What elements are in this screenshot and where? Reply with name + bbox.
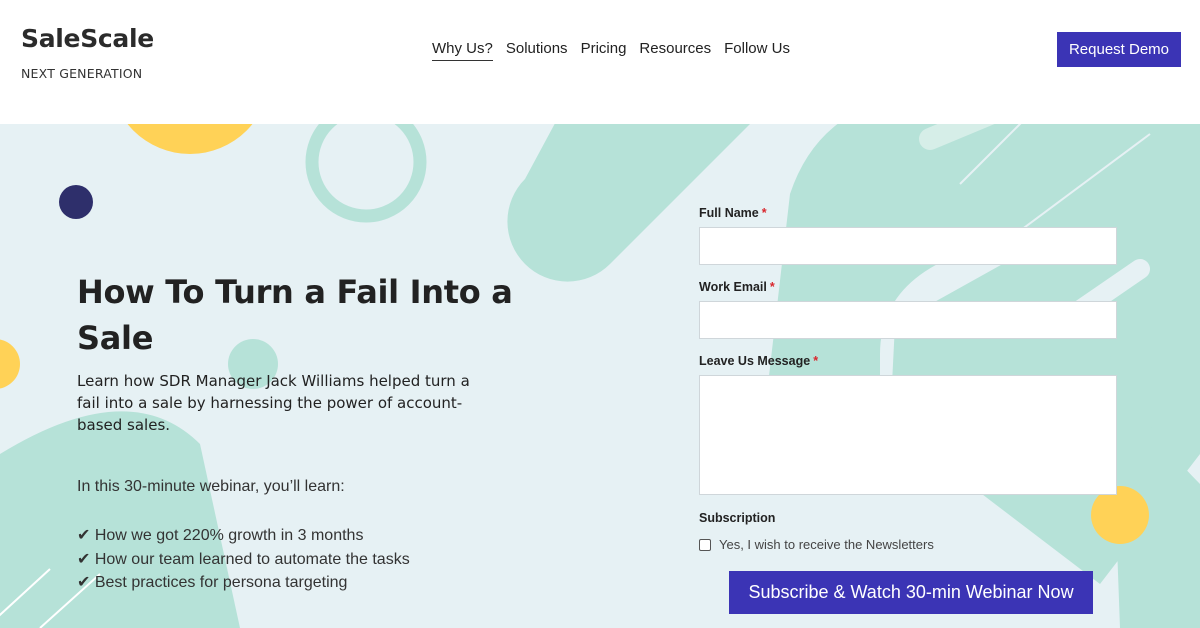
nav-item-follow-us[interactable]: Follow Us bbox=[724, 40, 790, 61]
newsletter-checkbox[interactable] bbox=[699, 538, 711, 551]
site-header: SaleScale NEXT GENERATION Why Us? Soluti… bbox=[0, 0, 1200, 124]
subscription-label: Subscription bbox=[699, 511, 776, 525]
main-nav: Why Us? Solutions Pricing Resources Foll… bbox=[432, 40, 790, 61]
yellow-circle-shape bbox=[127, 124, 253, 154]
webinar-intro: In this 30-minute webinar, you’ll learn: bbox=[77, 478, 345, 495]
required-mark: * bbox=[761, 206, 767, 220]
navy-dot-shape bbox=[59, 185, 93, 219]
full-name-field[interactable] bbox=[699, 227, 1117, 265]
list-item: ✔ How we got 220% growth in 3 months bbox=[77, 527, 364, 544]
nav-item-resources[interactable]: Resources bbox=[639, 40, 711, 61]
yellow-half-circle-shape bbox=[0, 339, 20, 389]
page-title: How To Turn a Fail Into a Sale bbox=[77, 273, 513, 357]
newsletter-label[interactable]: Yes, I wish to receive the Newsletters bbox=[719, 537, 934, 552]
mint-ring-shape bbox=[305, 124, 427, 223]
full-name-label-text: Full Name bbox=[699, 206, 759, 220]
list-item: ✔ How our team learned to automate the t… bbox=[77, 550, 410, 568]
newsletter-option[interactable]: Yes, I wish to receive the Newsletters bbox=[699, 537, 934, 552]
brand-name[interactable]: SaleScale bbox=[21, 24, 154, 53]
work-email-label: Work Email * bbox=[699, 280, 775, 294]
mint-blob-shape bbox=[0, 411, 240, 628]
list-item: ✔ Best practices for persona targeting bbox=[77, 574, 348, 591]
hero-description: Learn how SDR Manager Jack Williams help… bbox=[77, 372, 470, 434]
work-email-field[interactable] bbox=[699, 301, 1117, 339]
nav-item-why-us[interactable]: Why Us? bbox=[432, 40, 493, 61]
nav-item-solutions[interactable]: Solutions bbox=[506, 40, 568, 61]
brand-tagline: NEXT GENERATION bbox=[21, 66, 143, 81]
message-label: Leave Us Message * bbox=[699, 354, 818, 368]
nav-item-pricing[interactable]: Pricing bbox=[581, 40, 627, 61]
learning-points: ✔ How we got 220% growth in 3 months ✔ H… bbox=[77, 524, 410, 595]
required-mark: * bbox=[813, 354, 819, 368]
hero-section: How To Turn a Fail Into a Sale Learn how… bbox=[0, 124, 1200, 628]
required-mark: * bbox=[769, 280, 775, 294]
subscribe-button[interactable]: Subscribe & Watch 30-min Webinar Now bbox=[729, 571, 1093, 614]
full-name-label: Full Name * bbox=[699, 206, 767, 220]
message-label-text: Leave Us Message bbox=[699, 354, 811, 368]
message-textarea[interactable] bbox=[699, 375, 1117, 495]
request-demo-button[interactable]: Request Demo bbox=[1057, 32, 1181, 67]
work-email-label-text: Work Email bbox=[699, 280, 767, 294]
